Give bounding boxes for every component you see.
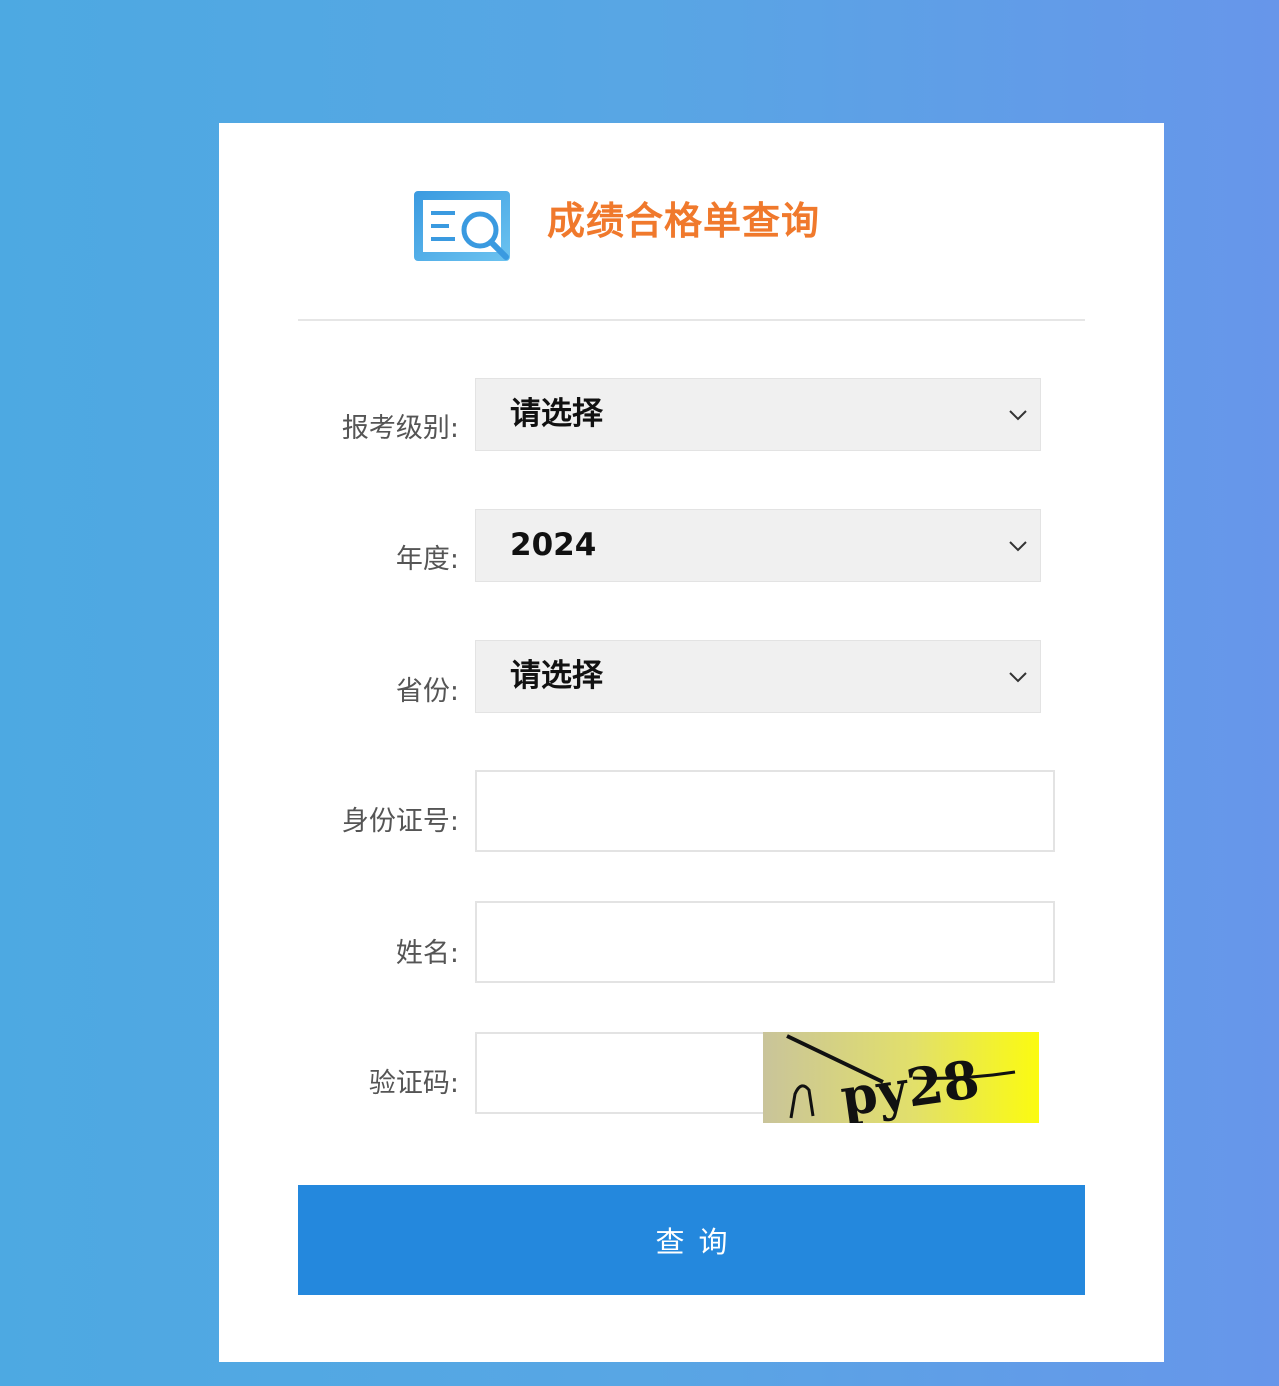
captcha-label: 验证码: (368, 1068, 459, 1099)
id-number-input[interactable] (475, 770, 1055, 852)
id-number-label: 身份证号: (341, 806, 459, 837)
captcha-graphic: py28 (786, 1034, 1016, 1123)
query-button[interactable]: 查询 (298, 1185, 1085, 1295)
document-search-icon (414, 191, 510, 261)
captcha-input[interactable] (475, 1032, 765, 1114)
chevron-down-icon (1009, 410, 1027, 421)
province-select-value: 请选择 (510, 658, 603, 694)
divider (298, 319, 1085, 321)
chevron-down-icon (1009, 541, 1027, 552)
year-select[interactable]: 2024 (475, 509, 1041, 582)
province-select[interactable]: 请选择 (475, 640, 1041, 713)
chevron-down-icon (1009, 672, 1027, 683)
name-label: 姓名: (395, 938, 459, 969)
level-select-value: 请选择 (510, 396, 603, 432)
captcha-text: py28 (837, 1049, 983, 1123)
page-title: 成绩合格单查询 (547, 199, 821, 243)
header: 成绩合格单查询 (219, 123, 1164, 319)
level-select[interactable]: 请选择 (475, 378, 1041, 451)
year-select-value: 2024 (510, 527, 597, 563)
query-card: 成绩合格单查询 报考级别: 请选择 年度: 2024 省份: 请选择 身份证号:… (219, 123, 1164, 1362)
province-label: 省份: (395, 676, 459, 707)
level-label: 报考级别: (341, 413, 459, 444)
year-label: 年度: (395, 544, 459, 575)
captcha-image[interactable]: py28 (763, 1032, 1039, 1123)
name-input[interactable] (475, 901, 1055, 983)
